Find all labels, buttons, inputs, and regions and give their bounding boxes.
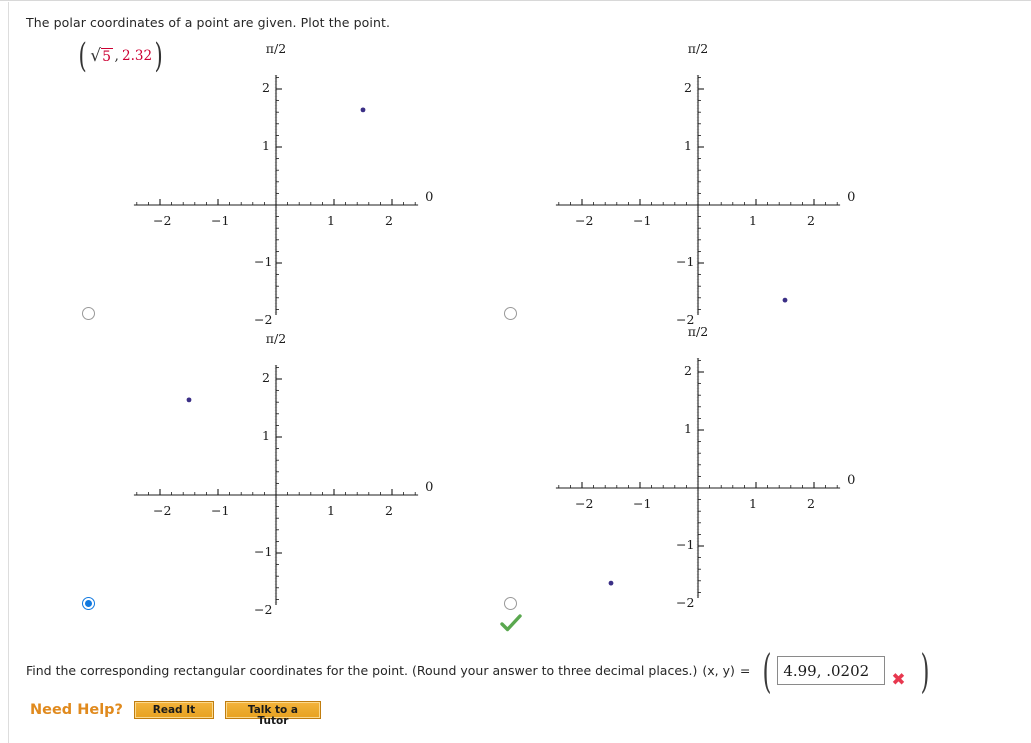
y-axis-tick-label: 1	[684, 421, 692, 436]
theta-value: 2.32	[121, 48, 153, 64]
axis-label-pi-over-2: π/2	[687, 40, 709, 56]
x-axis-tick-label: 1	[327, 503, 335, 518]
polar-axes-svg	[555, 62, 841, 348]
polar-plot-b: π/2 0 −2 −1 1 2 2 1 −1 −2	[498, 41, 868, 348]
x-axis-tick-label: −1	[633, 496, 652, 511]
correct-check-icon	[500, 614, 522, 632]
radio-option-c[interactable]	[82, 597, 95, 610]
y-axis-tick-label: 1	[684, 138, 692, 153]
y-axis-tick-label: −2	[254, 312, 273, 327]
answer-instruction: Find the corresponding rectangular coord…	[26, 663, 698, 678]
radio-option-d[interactable]	[504, 597, 517, 610]
read-it-button[interactable]: Read It	[133, 701, 214, 719]
polar-plot-c: π/2 0 −2 −1 1 2 2 1 −1 −2	[76, 331, 446, 638]
x-axis-tick-label: −2	[575, 496, 594, 511]
radical-sign-icon: √	[90, 46, 102, 66]
question-prompt: The polar coordinates of a point are giv…	[26, 15, 391, 30]
talk-to-tutor-button[interactable]: Talk to a Tutor	[224, 701, 321, 727]
axis-label-zero: 0	[847, 473, 856, 488]
x-axis-tick-label: 2	[385, 213, 393, 228]
need-help-bar: Need Help? Read It Talk to a Tutor	[30, 701, 321, 727]
x-axis-tick-label: −1	[633, 213, 652, 228]
answer-variables: (x, y)	[702, 663, 735, 678]
polar-axes-svg	[133, 352, 419, 638]
square-root-group: √ 5	[90, 46, 113, 66]
y-axis-tick-label: 2	[684, 363, 692, 378]
x-axis-tick-label: −1	[211, 213, 230, 228]
y-axis-tick-label: −1	[676, 537, 695, 552]
axis-label-zero: 0	[425, 480, 434, 495]
y-axis-tick-label: −2	[676, 595, 695, 610]
exercise-page: The polar coordinates of a point are giv…	[0, 0, 1031, 743]
y-axis-tick-label: 1	[262, 138, 270, 153]
answer-equals: =	[739, 663, 751, 678]
radio-option-b[interactable]	[504, 307, 517, 320]
x-axis-tick-label: 1	[749, 213, 757, 228]
x-axis-tick-label: −2	[153, 213, 172, 228]
polar-coordinate-expression: ( √ 5 , 2.32 )	[78, 36, 163, 76]
polar-plot-d: π/2 0 −2 −1 1 2 2 1 −1 −2	[498, 324, 868, 631]
y-axis-tick-label: 2	[262, 370, 270, 385]
polar-plot-a: π/2 0 −2 −1 1 2 2 1 −1 −2	[76, 41, 446, 348]
polar-axes-svg	[555, 345, 841, 631]
x-axis-tick-label: −2	[575, 213, 594, 228]
y-axis-tick-label: −1	[254, 254, 273, 269]
x-axis-tick-label: −2	[153, 503, 172, 518]
y-axis-tick-label: 2	[684, 80, 692, 95]
y-axis-tick-label: 1	[262, 428, 270, 443]
x-axis-tick-label: 1	[327, 213, 335, 228]
radicand-value: 5	[101, 48, 113, 65]
radio-option-a[interactable]	[82, 307, 95, 320]
polar-axes-svg	[133, 62, 419, 348]
x-axis-tick-label: 2	[385, 503, 393, 518]
expr-comma: ,	[114, 48, 119, 64]
x-axis-tick-label: 2	[807, 213, 815, 228]
y-axis-tick-label: 2	[262, 80, 270, 95]
x-axis-tick-label: −1	[211, 503, 230, 518]
need-help-label: Need Help?	[30, 702, 123, 718]
x-axis-tick-label: 2	[807, 496, 815, 511]
axis-label-pi-over-2: π/2	[265, 330, 287, 346]
answer-input[interactable]	[777, 656, 886, 685]
y-axis-tick-label: −1	[676, 254, 695, 269]
axis-label-zero: 0	[425, 190, 434, 205]
axis-label-zero: 0	[847, 190, 856, 205]
y-axis-tick-label: −2	[254, 602, 273, 617]
page-left-rule	[8, 2, 9, 743]
axis-label-pi-over-2: π/2	[265, 40, 287, 56]
axis-label-pi-over-2: π/2	[687, 323, 709, 339]
x-axis-tick-label: 1	[749, 496, 757, 511]
answer-row: Find the corresponding rectangular coord…	[26, 648, 931, 694]
incorrect-mark-icon: ✖	[891, 669, 906, 690]
y-axis-tick-label: −1	[254, 544, 273, 559]
